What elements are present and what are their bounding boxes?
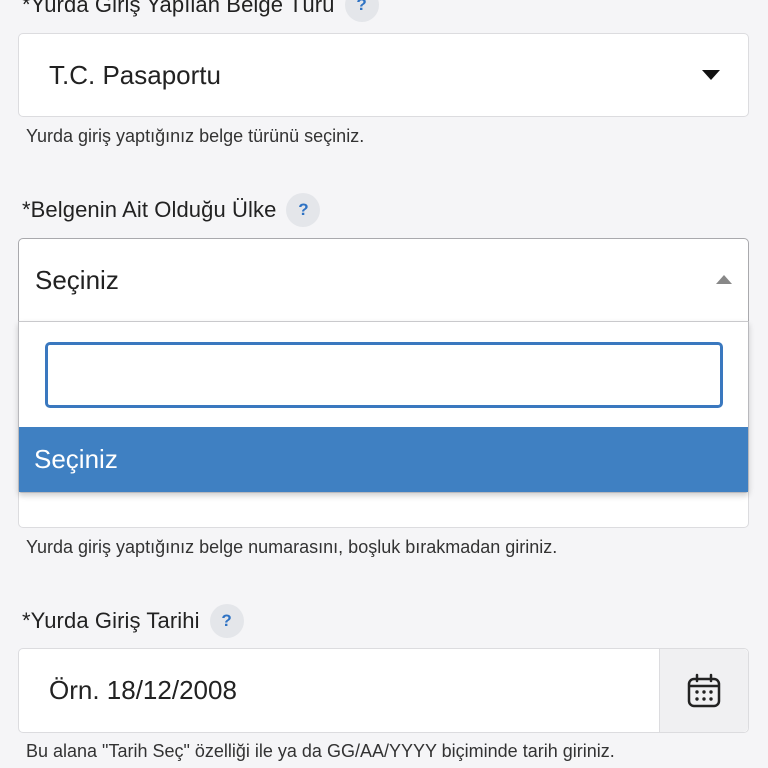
giris-tarihi-help-icon[interactable]: ? bbox=[209, 604, 244, 638]
belge-turu-selected-value: T.C. Pasaportu bbox=[49, 59, 221, 90]
chevron-up-icon bbox=[716, 274, 732, 284]
ulke-search-input[interactable] bbox=[45, 342, 723, 408]
belge-turu-select[interactable]: T.C. Pasaportu bbox=[18, 33, 749, 117]
giris-tarihi-label-text: *Yurda Giriş Tarihi bbox=[22, 608, 200, 633]
ulke-selected-value: Seçiniz bbox=[35, 265, 119, 295]
calendar-icon bbox=[687, 673, 721, 707]
belge-turu-label: *Yurda Giriş Yapılan Belge Türü ? bbox=[22, 0, 379, 22]
ulke-option-seciniz[interactable]: Seçiniz bbox=[19, 427, 748, 492]
belge-turu-label-text: *Yurda Giriş Yapılan Belge Türü bbox=[22, 0, 335, 17]
belge-no-hint: Yurda giriş yaptığınız belge numarasını,… bbox=[26, 537, 558, 557]
ulke-select[interactable]: Seçiniz bbox=[18, 238, 749, 323]
giris-tarihi-field: Örn. 18/12/2008 bbox=[18, 648, 749, 733]
chevron-down-icon bbox=[702, 70, 720, 80]
belge-turu-help-icon[interactable]: ? bbox=[344, 0, 379, 22]
ulke-dropdown-panel: Seçiniz bbox=[18, 321, 749, 493]
date-picker-button[interactable] bbox=[659, 649, 748, 732]
ulke-help-icon[interactable]: ? bbox=[286, 193, 321, 227]
giris-tarihi-hint: Bu alana "Tarih Seç" özelliği ile ya da … bbox=[26, 741, 615, 761]
page: *Yurda Giriş Yapılan Belge Türü ? T.C. P… bbox=[0, 0, 768, 768]
ulke-label-text: *Belgenin Ait Olduğu Ülke bbox=[22, 197, 277, 222]
belge-turu-hint: Yurda giriş yaptığınız belge türünü seçi… bbox=[26, 126, 365, 146]
giris-tarihi-label: *Yurda Giriş Tarihi ? bbox=[22, 604, 244, 638]
giris-tarihi-input[interactable]: Örn. 18/12/2008 bbox=[49, 649, 237, 732]
ulke-label: *Belgenin Ait Olduğu Ülke ? bbox=[22, 193, 321, 227]
